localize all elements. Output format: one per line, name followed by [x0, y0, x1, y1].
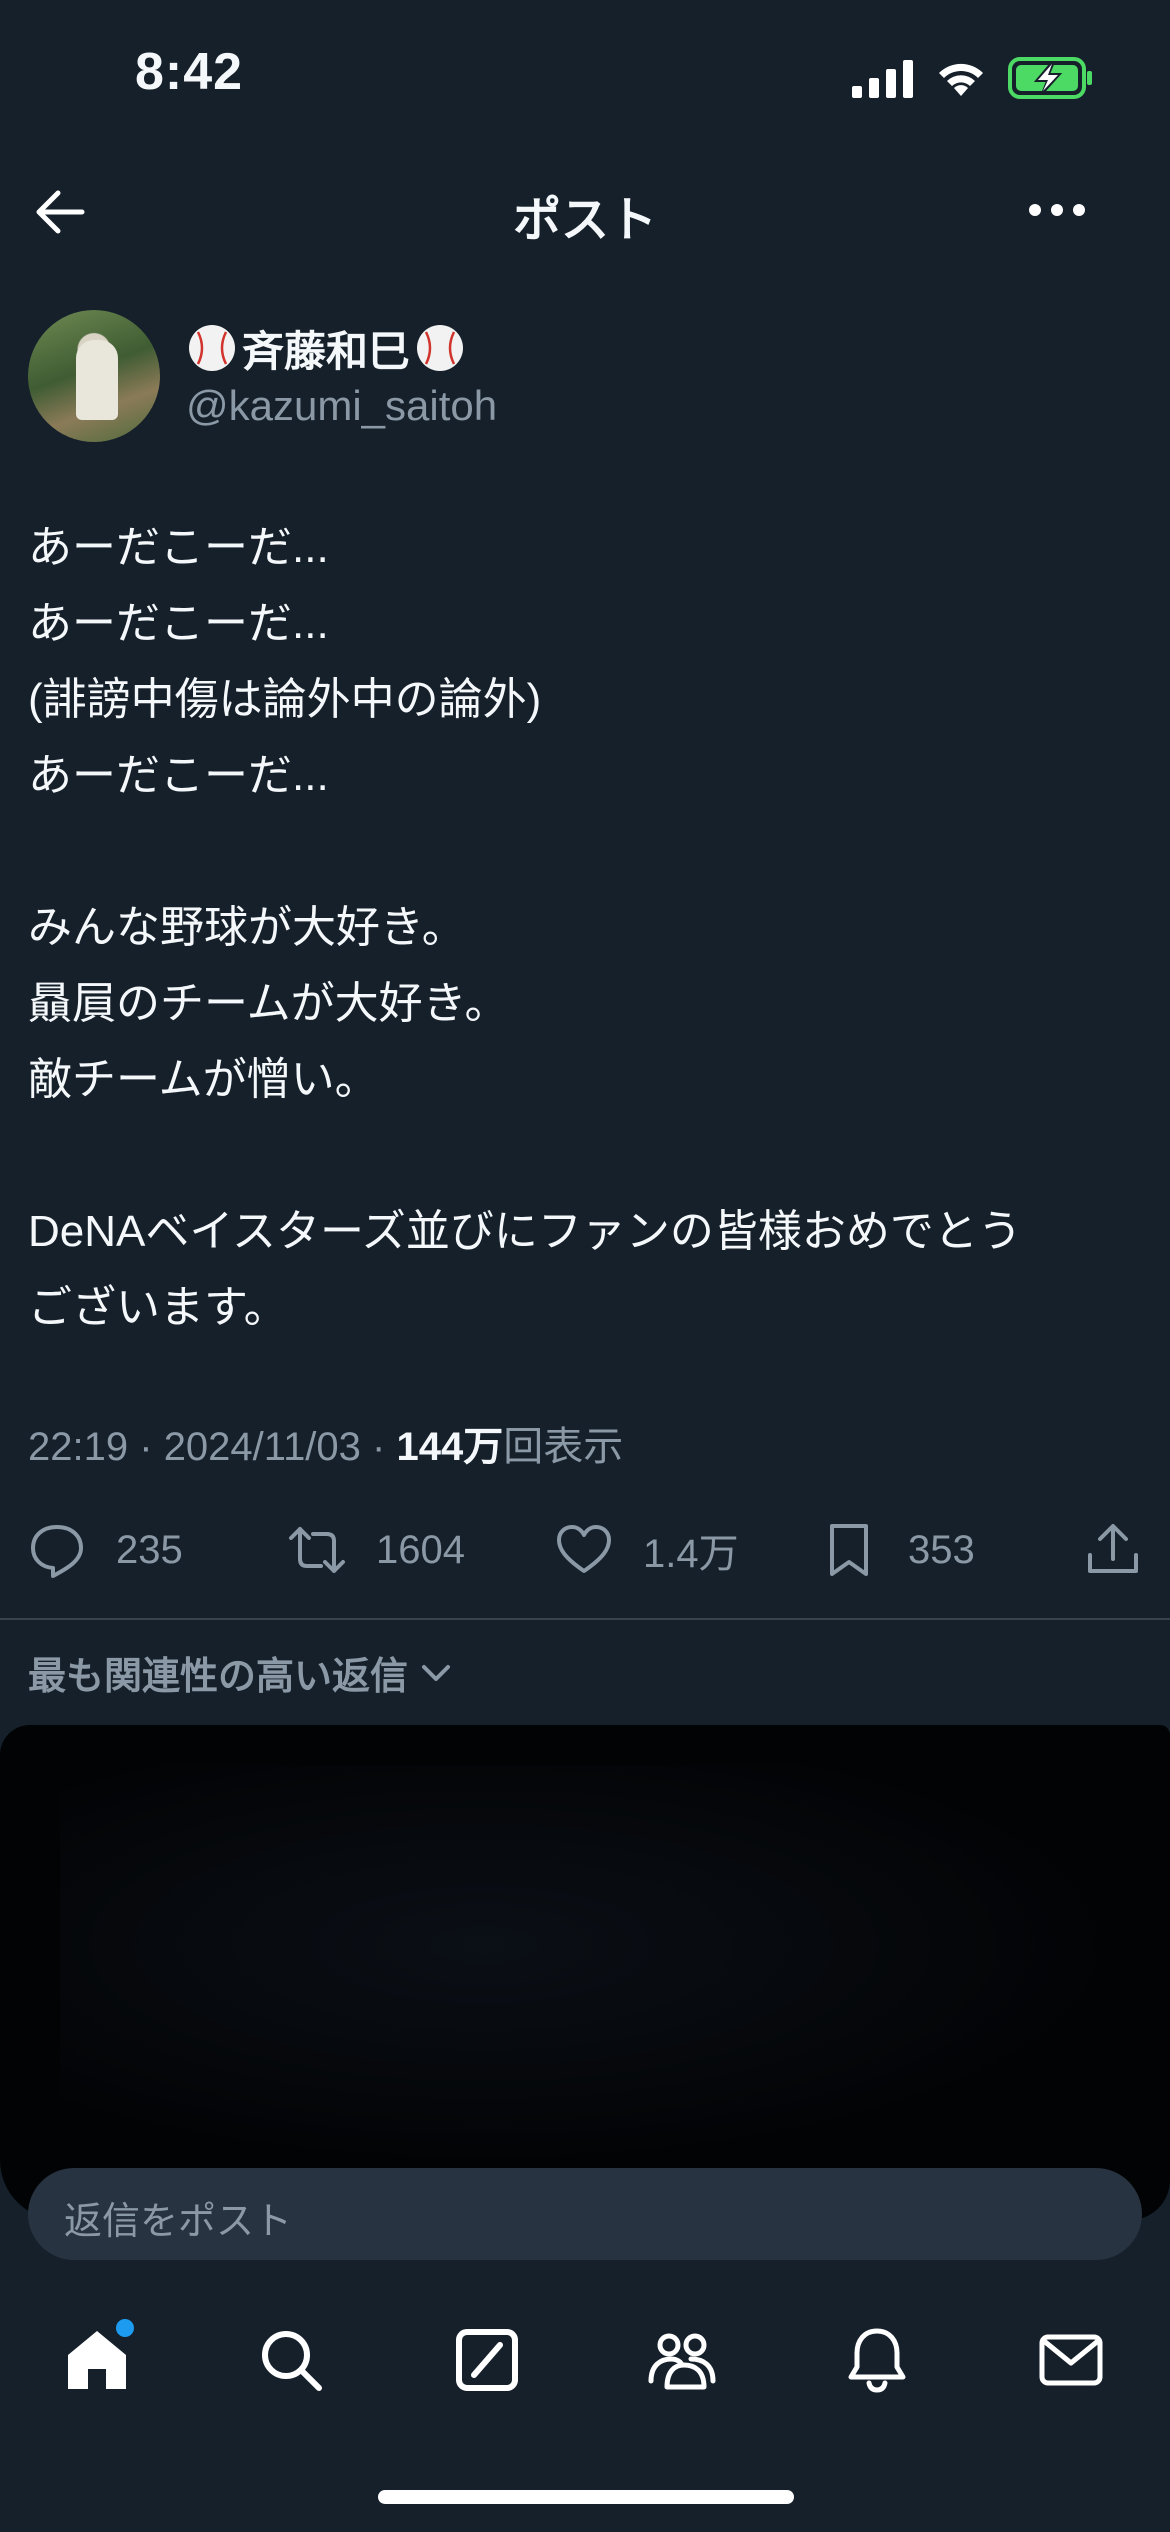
bookmark-count: 353	[908, 1527, 975, 1572]
more-options-button[interactable]	[1025, 185, 1089, 235]
top-nav: ポスト	[0, 150, 1170, 265]
heart-icon	[557, 1525, 611, 1573]
post-meta: 22:19 · 2024/11/03 · 144万回表示	[28, 1414, 623, 1472]
messages-icon	[1039, 2334, 1103, 2386]
avatar[interactable]	[28, 310, 160, 442]
divider	[0, 1618, 1170, 1620]
like-count: 1.4万	[643, 1532, 739, 1576]
views-count: 144万	[396, 1425, 504, 1469]
post-date: 2024/11/03	[163, 1425, 361, 1469]
tab-notifications[interactable]	[832, 2315, 922, 2405]
post-line: ございます。	[28, 1283, 288, 1332]
chevron-down-icon	[422, 1664, 451, 1681]
reply-icon	[31, 1525, 83, 1578]
bottom-tab-bar	[0, 2290, 1170, 2440]
meta-separator: ·	[139, 1425, 153, 1469]
reply-sort-label: 最も関連性の高い返信	[28, 1656, 409, 1698]
tab-home[interactable]	[52, 2315, 142, 2405]
post-line: あーだこーだ...	[28, 599, 329, 648]
signal-icon	[852, 60, 913, 98]
tab-search[interactable]	[246, 2315, 336, 2405]
baseball-icon	[189, 325, 235, 371]
home-indicator[interactable]	[378, 2490, 794, 2504]
share-button[interactable]	[1084, 1510, 1142, 1590]
status-bar: 8:42	[0, 0, 1170, 150]
post-line: みんな野球が大好き。	[28, 903, 466, 952]
post-line: あーだこーだ...	[28, 523, 329, 572]
reply-input[interactable]: 返信をポスト	[28, 2168, 1142, 2260]
repost-icon	[289, 1527, 345, 1573]
reply-sort-dropdown[interactable]: 最も関連性の高い返信	[28, 1645, 456, 1700]
like-button[interactable]: 1.4万	[555, 1510, 739, 1590]
tab-communities[interactable]	[637, 2315, 727, 2405]
post-line: あーだこーだ...	[28, 751, 329, 800]
communities-icon	[648, 2333, 716, 2390]
tab-messages[interactable]	[1026, 2315, 1116, 2405]
action-bar: 235 1604 1.4万 353	[0, 1510, 1170, 1590]
page-title: ポスト	[512, 194, 657, 247]
post-line-break	[28, 1118, 1138, 1194]
views-label[interactable]: 回表示	[503, 1425, 623, 1469]
post-detail-screen: 8:42 ポスト 斉藤和巳 @kazumi_saitoh あーだこーだ... あ…	[0, 0, 1170, 2532]
author-name: 斉藤和巳	[242, 327, 411, 375]
author-handle: @kazumi_saitoh	[186, 382, 498, 429]
wifi-icon	[939, 63, 983, 96]
post-line: (誹謗中傷は論外中の論外)	[28, 675, 542, 724]
share-icon	[1088, 1524, 1138, 1573]
repost-button[interactable]: 1604	[288, 1510, 465, 1590]
baseball-icon	[417, 325, 464, 371]
repost-count: 1604	[376, 1527, 465, 1572]
post-line: DeNAベイスターズ並びにファンの皆様おめでとう	[28, 1207, 1022, 1256]
post-line: 贔屓のチームが大好き。	[28, 979, 509, 1028]
post-line: 敵チームが憎い。	[28, 1055, 379, 1104]
post-time: 22:19	[28, 1425, 129, 1469]
unread-dot	[116, 2319, 134, 2337]
reply-count: 235	[116, 1527, 183, 1572]
search-icon	[262, 2331, 322, 2391]
more-horizontal-icon	[1029, 204, 1085, 216]
reply-button[interactable]: 235	[28, 1510, 183, 1590]
battery-charging-icon	[1008, 57, 1092, 99]
grok-icon	[456, 2329, 518, 2391]
author-name-row: 斉藤和巳	[186, 318, 466, 378]
post-line-break	[28, 814, 1138, 890]
post-text: あーだこーだ... あーだこーだ... (誹謗中傷は論外中の論外) あーだこーだ…	[28, 510, 1138, 1346]
reply-placeholder: 返信をポスト	[64, 2201, 293, 2243]
tab-grok[interactable]	[442, 2315, 532, 2405]
bookmark-button[interactable]: 353	[820, 1510, 975, 1590]
bookmark-icon	[830, 1524, 868, 1576]
redacted-reply-area	[0, 1725, 1170, 2220]
status-time: 8:42	[135, 43, 244, 101]
meta-separator: ·	[372, 1425, 386, 1469]
notifications-icon	[848, 2328, 906, 2393]
post-author[interactable]: 斉藤和巳 @kazumi_saitoh	[28, 310, 1138, 445]
